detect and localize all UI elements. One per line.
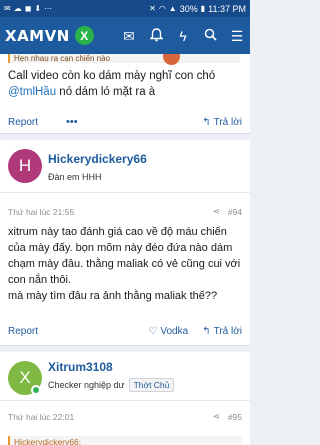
post-card: H Hickerydickery66 Đàn em HHH Thứ hai lú… xyxy=(0,140,250,346)
reply-button[interactable]: ↰ Trả lời xyxy=(202,117,242,128)
status-left-icons: ✉ ☁ ◼ ⬇ ⋯ xyxy=(4,3,53,13)
username[interactable]: Xitrum3108 xyxy=(48,360,113,374)
quote-snippet: Hickerydickery66: xyxy=(8,436,242,445)
reply-icon: ↰ xyxy=(202,326,211,337)
reply-icon: ↰ xyxy=(202,116,211,128)
user-mention[interactable]: @tmlHầu xyxy=(8,86,56,98)
reply-button[interactable]: ↰ Trả lời xyxy=(202,326,242,337)
op-badge: Thớt Chủ xyxy=(128,378,175,392)
post-message: xitrum này tao đánh giá cao về độ máu ch… xyxy=(8,226,241,302)
notification-icon: ◼ xyxy=(24,3,32,13)
post-timestamp[interactable]: Thứ hai lúc 22:01 xyxy=(8,412,74,422)
user-title-row: Checker nghiệp dư Thớt Chủ xyxy=(48,378,175,392)
notification-icon: ⋯ xyxy=(44,3,53,13)
clock: 11:37 PM xyxy=(208,3,246,14)
like-label: Vodka xyxy=(160,326,189,337)
notification-icon: ☁ xyxy=(13,3,22,13)
quote-snippet: Hẹn nhau ra cạn chiến nào xyxy=(8,54,240,63)
post-actions: Report ••• ↰ Trả lời xyxy=(8,116,242,128)
post-number[interactable]: #95 xyxy=(228,412,242,422)
logo-badge: X xyxy=(74,26,94,45)
battery-icon: ▮ xyxy=(200,3,206,13)
mail-icon[interactable]: ✉ xyxy=(121,29,137,43)
username[interactable]: Hickerydickery66 xyxy=(48,152,147,166)
header-icons: ✉ ϟ ☰ xyxy=(121,27,245,44)
status-right: ✕ ◠ ▲ 30% ▮ 11:37 PM xyxy=(149,4,246,14)
post-card: Hẹn nhau ra cạn chiến nào Call video còn… xyxy=(0,54,250,134)
mute-icon: ✕ xyxy=(149,3,156,13)
divider xyxy=(0,192,250,193)
site-logo[interactable]: XAMVN xyxy=(5,27,70,45)
battery-percent: 30% xyxy=(179,3,198,14)
bell-icon[interactable] xyxy=(148,27,164,44)
user-title: Đàn em HHH xyxy=(48,172,102,182)
status-bar: ✉ ☁ ◼ ⬇ ⋯ ✕ ◠ ▲ 30% ▮ 11:37 PM xyxy=(0,0,250,17)
divider xyxy=(0,400,250,401)
post-message: Call video còn ko dám mày nghĩ con chó @… xyxy=(8,68,244,100)
thread-content: Hẹn nhau ra cạn chiến nào Call video còn… xyxy=(0,54,250,445)
search-icon[interactable] xyxy=(202,28,218,43)
quote-avatar xyxy=(163,54,180,65)
signal-icon: ▲ xyxy=(168,3,177,13)
report-button[interactable]: Report xyxy=(8,117,38,128)
notification-icon: ✉ xyxy=(4,3,11,13)
more-button[interactable]: ••• xyxy=(66,116,78,128)
post-meta: Thứ hai lúc 21:55 ⋖ #94 xyxy=(8,206,242,217)
menu-icon[interactable]: ☰ xyxy=(229,29,245,43)
avatar[interactable]: H xyxy=(8,149,42,183)
like-icon: ♡ xyxy=(148,326,158,337)
lightning-icon[interactable]: ϟ xyxy=(175,29,191,43)
share-icon[interactable]: ⋖ xyxy=(213,206,220,217)
like-button[interactable]: ♡ Vodka xyxy=(148,326,188,337)
message-text: Call video còn ko dám mày nghĩ con chó xyxy=(8,70,216,82)
reply-label: Trả lời xyxy=(213,116,242,128)
user-title: Checker nghiệp dư xyxy=(48,380,125,390)
post-number[interactable]: #94 xyxy=(228,207,242,217)
notification-icon: ⬇ xyxy=(34,3,42,13)
post-actions: Report ♡ Vodka ↰ Trả lời xyxy=(8,326,242,337)
post-card: X Xitrum3108 Checker nghiệp dư Thớt Chủ … xyxy=(0,352,250,445)
app-header: XAMVN X ✉ ϟ ☰ xyxy=(0,17,250,54)
post-meta: Thứ hai lúc 22:01 ⋖ #95 xyxy=(8,411,242,422)
share-icon[interactable]: ⋖ xyxy=(213,411,220,422)
post-timestamp[interactable]: Thứ hai lúc 21:55 xyxy=(8,207,74,217)
online-indicator xyxy=(31,385,41,395)
report-button[interactable]: Report xyxy=(8,326,38,337)
message-text: nó dám ló mặt ra à xyxy=(56,86,156,98)
wifi-icon: ◠ xyxy=(158,3,166,13)
reply-label: Trả lời xyxy=(213,326,242,337)
